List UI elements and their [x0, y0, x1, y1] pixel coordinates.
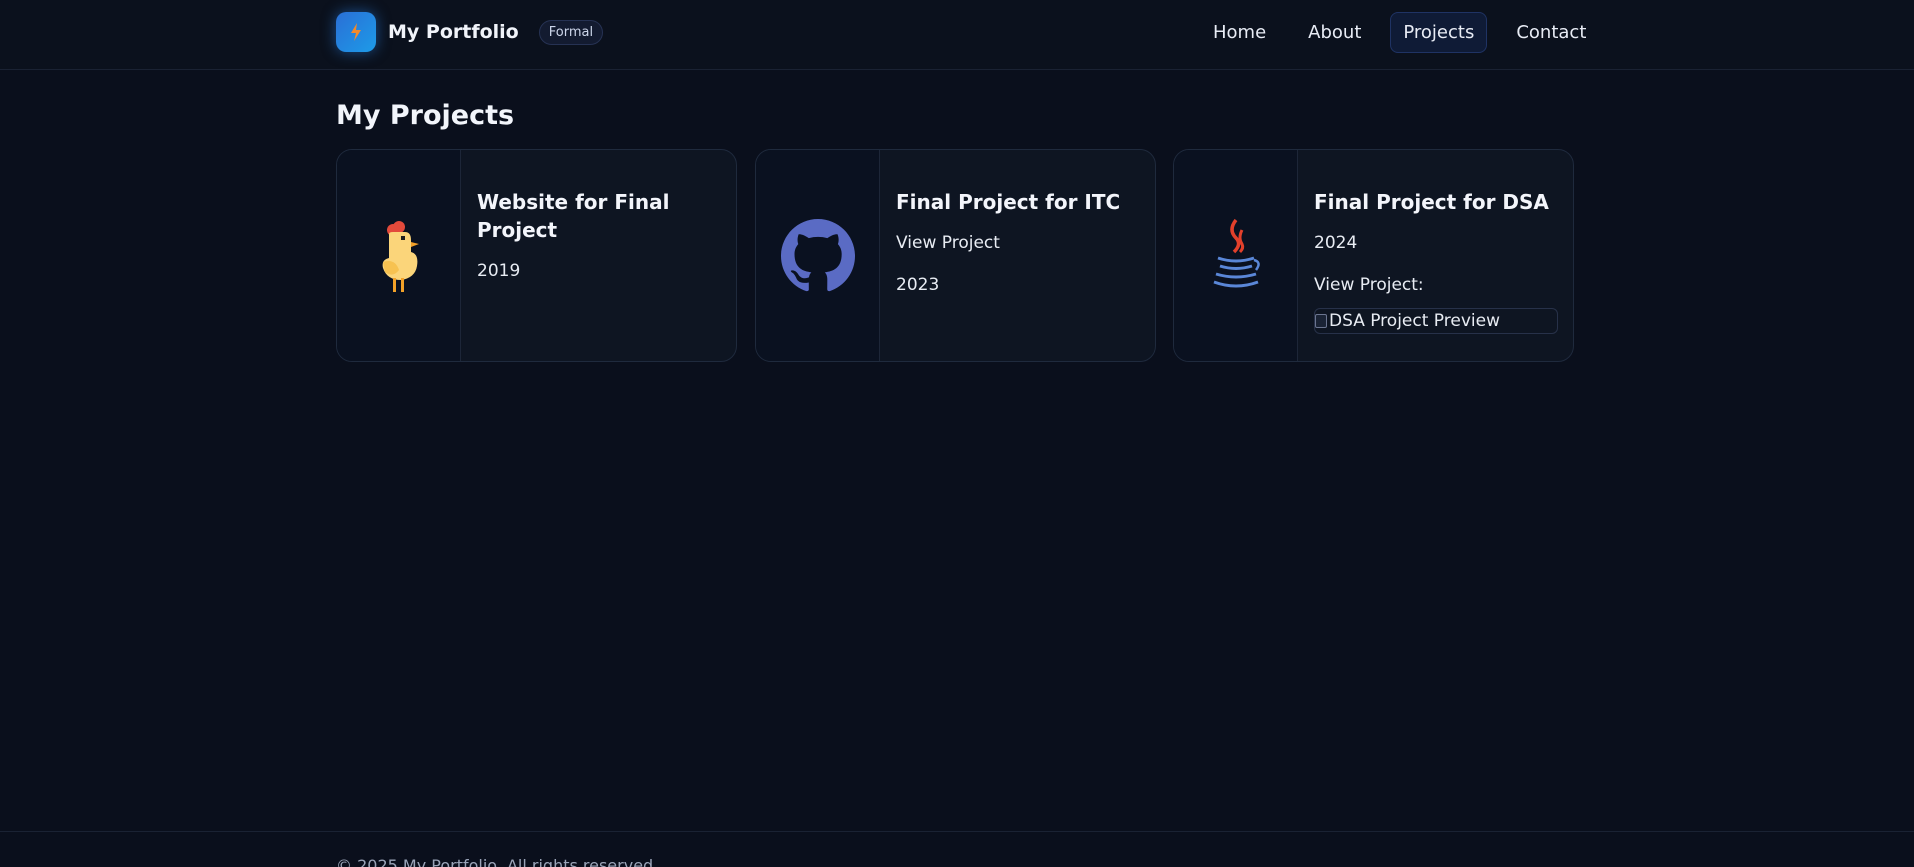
mode-badge: Formal	[538, 19, 604, 45]
project-card-final-website[interactable]: Website for Final Project 2019	[336, 149, 737, 362]
project-details: Final Project for ITC View Project 2023	[896, 188, 1139, 298]
project-title-line1: Website for Final	[477, 190, 670, 214]
project-thumbnail	[756, 150, 880, 361]
java-icon	[1212, 218, 1260, 287]
github-icon	[780, 218, 855, 291]
footer: © 2025 My Portfolio. All rights reserved…	[0, 831, 1914, 867]
nav-contact[interactable]: Contact	[1503, 12, 1599, 53]
project-title: Website for Final Project	[477, 188, 720, 244]
brand-name[interactable]: My Portfolio	[388, 21, 519, 43]
project-year: 2023	[896, 275, 940, 295]
nav-about[interactable]: About	[1295, 12, 1374, 53]
project-thumbnail	[337, 150, 461, 361]
project-year: 2019	[477, 261, 521, 281]
project-card-dsa[interactable]: Final Project for DSA 2024 View Project:…	[1173, 149, 1574, 362]
project-details: Final Project for DSA 2024 View Project:…	[1314, 188, 1558, 334]
page-title: My Projects	[336, 100, 515, 131]
view-project-label: View Project:	[1314, 275, 1424, 295]
top-navigation-bar: My Portfolio Formal Home About Projects …	[0, 0, 1914, 70]
lightning-bolt-icon	[336, 12, 376, 52]
project-details: Website for Final Project 2019	[477, 188, 720, 284]
project-preview-image[interactable]: DSA Project Preview	[1314, 308, 1558, 334]
project-title: Final Project for ITC	[896, 190, 1121, 214]
brand[interactable]: My Portfolio Formal	[336, 12, 604, 52]
nav-home[interactable]: Home	[1200, 12, 1279, 53]
project-year: 2024	[1314, 233, 1358, 253]
project-card-itc[interactable]: Final Project for ITC View Project 2023	[755, 149, 1156, 362]
main-nav: Home About Projects Contact	[1200, 10, 1607, 54]
footer-copyright: © 2025 My Portfolio. All rights reserved…	[336, 856, 659, 867]
project-thumbnail	[1174, 150, 1298, 361]
project-title: Final Project for DSA	[1314, 190, 1549, 214]
preview-alt-text: DSA Project Preview	[1329, 311, 1500, 331]
view-project-link[interactable]: View Project	[896, 230, 1139, 256]
project-title-line2: Project	[477, 218, 558, 242]
rooster-icon	[382, 220, 419, 292]
broken-image-icon	[1315, 314, 1327, 328]
nav-projects[interactable]: Projects	[1390, 11, 1488, 53]
